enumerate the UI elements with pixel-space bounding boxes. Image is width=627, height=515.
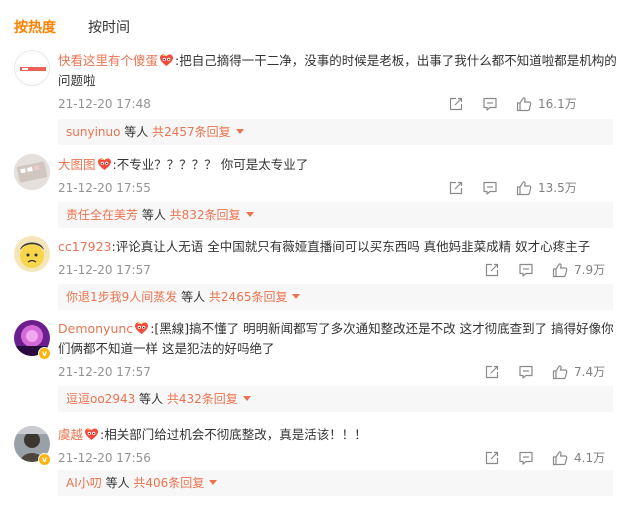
reply-username[interactable]: 责任全在美芳 bbox=[66, 208, 138, 222]
fan-badge-icon bbox=[84, 427, 99, 441]
reply-summary[interactable]: AI小叨 等人 共406条回复 bbox=[58, 470, 613, 496]
expand-caret-icon[interactable] bbox=[292, 294, 301, 299]
user-avatar[interactable] bbox=[14, 50, 50, 86]
verified-badge-icon: v bbox=[38, 347, 51, 360]
like-count: 4.1万 bbox=[574, 451, 606, 465]
comment-username[interactable]: 虞越 bbox=[58, 427, 83, 442]
comment-icon[interactable] bbox=[482, 180, 498, 196]
reply-summary[interactable]: 责任全在美芳 等人 共832条回复 bbox=[58, 202, 613, 228]
reply-summary[interactable]: sunyinuo 等人 共2457条回复 bbox=[58, 119, 613, 145]
reply-mid-text: 等人 bbox=[101, 476, 134, 490]
like-count: 13.5万 bbox=[538, 181, 577, 195]
reply-mid-text: 等人 bbox=[135, 392, 167, 406]
reply-count[interactable]: 共2465条回复 bbox=[209, 290, 288, 304]
reply-count[interactable]: 共406条回复 bbox=[133, 476, 204, 490]
like-icon[interactable] bbox=[552, 262, 568, 278]
comment-time: 21-12-20 17:57 bbox=[58, 365, 151, 379]
expand-caret-icon[interactable] bbox=[235, 129, 244, 134]
reply-username[interactable]: 你退1步我9人间蒸发 bbox=[66, 290, 177, 304]
comment-body: 快看这里有个傻蛋:把自己摘得一干二净，没事的时候是老板，出事了我什么都不知道啦都… bbox=[58, 51, 618, 91]
share-icon[interactable] bbox=[484, 364, 500, 380]
comment-meta: 21-12-20 17:48 16.1万 bbox=[58, 94, 618, 114]
like-count: 7.4万 bbox=[574, 365, 606, 379]
comment-time: 21-12-20 17:55 bbox=[58, 181, 151, 195]
reply-count[interactable]: 共2457条回复 bbox=[152, 125, 231, 139]
expand-caret-icon[interactable] bbox=[242, 396, 251, 401]
reply-count[interactable]: 共432条回复 bbox=[167, 392, 238, 406]
comment-meta: 21-12-20 17:55 13.5万 bbox=[58, 178, 618, 198]
comment-body: 虞越 :相关部门给过机会不彻底整改，真是活该！！！ bbox=[58, 425, 618, 445]
reply-count[interactable]: 共832条回复 bbox=[170, 208, 241, 222]
comment-icon[interactable] bbox=[518, 364, 534, 380]
expand-caret-icon[interactable] bbox=[245, 212, 254, 217]
share-icon[interactable] bbox=[448, 96, 464, 112]
comment-meta: 21-12-20 17:57 7.9万 bbox=[58, 260, 618, 280]
expand-caret-icon[interactable] bbox=[209, 480, 218, 485]
like-icon[interactable] bbox=[552, 364, 568, 380]
share-icon[interactable] bbox=[484, 262, 500, 278]
comment-text: :评论真让人无语 全中国就只有薇娅直播间可以买东西吗 真他妈韭菜成精 奴才心疼主… bbox=[111, 239, 591, 254]
share-icon[interactable] bbox=[484, 450, 500, 466]
reply-username[interactable]: 逗逗oo2943 bbox=[66, 392, 135, 406]
comment-icon[interactable] bbox=[482, 96, 498, 112]
comment-body: Demonyunc:[黑線]搞不懂了 明明新闻都写了多次通知整改还是不改 这才彻… bbox=[58, 319, 618, 359]
comment-username[interactable]: 快看这里有个傻蛋 bbox=[58, 53, 158, 68]
share-icon[interactable] bbox=[448, 180, 464, 196]
user-avatar[interactable] bbox=[14, 154, 50, 190]
comment-username[interactable]: cc17923 bbox=[58, 239, 112, 254]
fan-badge-icon bbox=[134, 321, 149, 335]
like-icon[interactable] bbox=[552, 450, 568, 466]
comment-time: 21-12-20 17:56 bbox=[58, 451, 151, 465]
like-icon[interactable] bbox=[516, 180, 532, 196]
comment-text: :不专业？？？？？ 你可是太专业了 bbox=[112, 157, 309, 172]
like-count: 7.9万 bbox=[574, 263, 606, 277]
comment-username[interactable]: Demonyunc bbox=[58, 321, 133, 336]
fan-badge-icon bbox=[97, 157, 112, 171]
comment-body: 大图图 :不专业？？？？？ 你可是太专业了 bbox=[58, 155, 618, 175]
tab-sort-by-time[interactable]: 按时间 bbox=[88, 18, 130, 38]
like-icon[interactable] bbox=[516, 96, 532, 112]
comment-icon[interactable] bbox=[518, 262, 534, 278]
reply-mid-text: 等人 bbox=[177, 290, 209, 304]
comment-icon[interactable] bbox=[518, 450, 534, 466]
verified-badge-icon: v bbox=[38, 453, 51, 466]
reply-username[interactable]: sunyinuo bbox=[66, 125, 120, 139]
reply-mid-text: 等人 bbox=[120, 125, 153, 139]
reply-summary[interactable]: 逗逗oo2943 等人 共432条回复 bbox=[58, 386, 613, 412]
user-avatar[interactable] bbox=[14, 236, 50, 272]
comment-time: 21-12-20 17:48 bbox=[58, 97, 151, 111]
tab-sort-by-hot[interactable]: 按热度 bbox=[14, 18, 56, 38]
comment-meta: 21-12-20 17:57 7.4万 bbox=[58, 362, 618, 382]
comment-text: :相关部门给过机会不彻底整改，真是活该！！！ bbox=[100, 427, 367, 442]
comment-time: 21-12-20 17:57 bbox=[58, 263, 151, 277]
fan-badge-icon bbox=[159, 53, 174, 67]
comment-meta: 21-12-20 17:56 4.1万 bbox=[58, 448, 618, 468]
reply-username[interactable]: AI小叨 bbox=[66, 476, 102, 490]
reply-summary[interactable]: 你退1步我9人间蒸发 等人 共2465条回复 bbox=[58, 284, 613, 310]
comment-body: cc17923:评论真让人无语 全中国就只有薇娅直播间可以买东西吗 真他妈韭菜成… bbox=[58, 237, 618, 257]
like-count: 16.1万 bbox=[538, 97, 577, 111]
comment-username[interactable]: 大图图 bbox=[58, 157, 96, 172]
reply-mid-text: 等人 bbox=[138, 208, 170, 222]
